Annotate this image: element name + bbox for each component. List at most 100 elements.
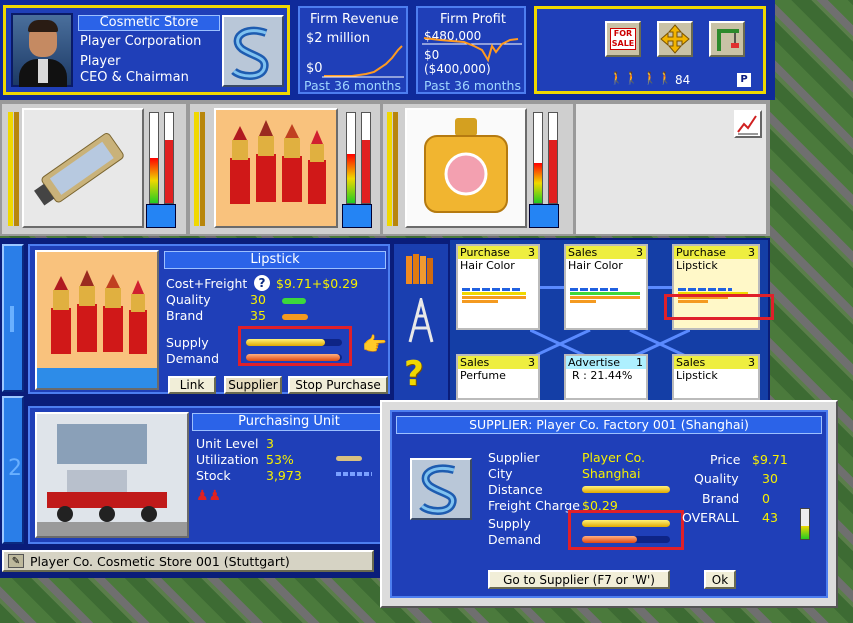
store-title: Cosmetic Store [78,15,220,31]
grid-card-bar-orange [462,296,526,299]
cream-tube-image[interactable] [22,108,144,228]
help-icon[interactable]: ? [404,354,424,394]
tab-2[interactable]: 2 [2,396,24,544]
books-icon[interactable] [402,250,440,288]
dialog-supplier-value: Player Co. [582,450,646,465]
brand-value: 35 [250,308,266,323]
ceo-panel[interactable]: Cosmetic Store Player Corporation Player… [3,5,290,95]
slot3-blue-square[interactable] [529,204,559,228]
grid-card-level: 3 [748,356,755,369]
utilization-value: 53% [266,452,294,467]
overall-gauge [800,508,810,540]
slot2-bar-left [194,112,199,226]
staff-count: 84 [675,73,691,87]
header-actions-panel: FOR SALE 🚶🚶 🚶🚶 84 P [534,6,766,94]
trend-chart-icon [737,115,758,135]
grid-card-line: Lipstick [676,369,718,382]
quality-bar [282,298,306,304]
go-to-supplier-button[interactable]: Go to Supplier (F7 or 'W') [488,570,670,589]
quality-label: Quality [166,292,211,307]
supply-bar [246,339,325,346]
slot3-gauge2 [548,112,558,204]
product-detail-panel: Lipstick Cost+Freight ? $9.71+$0.29 Qual… [28,244,390,394]
stock-label: Stock [196,468,231,483]
move-arrows-button[interactable] [657,21,693,57]
cost-value: $9.71+$0.29 [276,276,359,291]
workers-icon: ♟♟ [196,488,222,504]
grid-card-bar-orange2 [570,300,596,303]
slot2-gauge [346,112,356,204]
supplier-dialog: SUPPLIER: Player Co. Factory 001 (Shangh… [380,400,838,608]
grid-card-title: Advertise [568,356,620,369]
link-button[interactable]: Link [168,376,216,394]
profit-title: Firm Profit [440,12,506,27]
dialog-quality-value: 30 [762,471,778,486]
supply-track [246,339,342,346]
slot2-bar-left2 [200,112,205,226]
pencil-edit-icon[interactable]: ✎ [8,554,24,568]
grid-card-line: Perfume [460,369,506,382]
ok-button[interactable]: Ok [704,570,736,589]
slot3-gauge [533,112,543,204]
grid-card-purchase-hair-color[interactable]: Purchase 3 Hair Color [456,244,540,330]
grid-card-advertise[interactable]: Advertise 1 R : 21.44% [564,354,648,400]
product-slot-3[interactable] [383,104,573,234]
utilization-bar [336,456,362,461]
stock-value: 3,973 [266,468,302,483]
demand-label: Demand [166,351,220,366]
slot3-bar-left2 [393,112,398,226]
firm-profit-panel[interactable]: Firm Profit $480,000 $0 ($400,000) Past … [416,6,526,94]
slot2-blue-square[interactable] [342,204,372,228]
training-ladder-icon[interactable] [402,294,440,344]
build-crane-button[interactable] [709,21,745,57]
product-slot-2[interactable] [190,104,380,234]
parking-badge[interactable]: P [737,73,751,87]
crane-icon [717,29,739,51]
perfume-product-image[interactable] [405,108,527,228]
dialog-quality-label: Quality [694,471,739,486]
ceo-portrait-avatar[interactable] [11,13,73,87]
grid-card-bar-blue [570,288,620,291]
product-slot-1[interactable] [2,104,186,234]
help-question-icon[interactable]: ? [254,275,270,291]
dialog-demand-label: Demand [488,532,542,547]
dialog-city-label: City [488,466,513,481]
profit-sparkline [422,37,522,63]
tab-1[interactable] [2,244,24,392]
dialog-supply-demand-highlight [568,510,684,550]
for-sale-line1: FOR [613,29,633,38]
grid-card-sales-perfume[interactable]: Sales 3 Perfume [456,354,540,400]
corp-name: Player Corporation [80,34,202,49]
supplier-logo-icon[interactable] [410,458,472,520]
lipstick-product-image[interactable] [214,108,338,228]
brand-label: Brand [166,308,204,323]
product-slot-4-empty[interactable] [576,104,766,234]
grid-card-line: Hair Color [460,259,515,272]
distance-bar [582,486,670,493]
brand-bar [282,314,308,320]
supply-label: Supply [166,335,209,350]
stop-purchase-button[interactable]: Stop Purchase [288,376,388,394]
dialog-body: SUPPLIER: Player Co. Factory 001 (Shangh… [390,410,828,598]
corporate-logo-icon[interactable] [222,15,284,87]
lipstick-card-highlight [664,294,774,320]
grid-card-sales-hair-color[interactable]: Sales 3 Hair Color [564,244,648,330]
stock-bar [336,472,372,476]
selected-product-image [35,250,159,390]
tab-2-glyph: 2 [8,456,22,481]
grid-card-sales-lipstick[interactable]: Sales 3 Lipstick [672,354,760,400]
unit-level-value: 3 [266,436,274,451]
revenue-period: Past 36 months [304,78,401,93]
player-name: Player [80,54,121,69]
slot1-bar-left [8,112,13,226]
dialog-freight-label: Freight Charge [488,498,580,513]
trend-chart-button[interactable] [734,110,762,138]
firm-revenue-panel[interactable]: Firm Revenue $2 million $0 Past 36 month… [298,6,408,94]
revenue-sparkline [322,45,404,78]
dialog-supply-bar [582,520,670,527]
supplier-button[interactable]: Supplier [224,376,282,394]
for-sale-button[interactable]: FOR SALE [605,21,641,57]
dialog-brand-value: 0 [762,491,770,506]
dialog-price-label: Price [710,452,741,467]
slot1-blue-square[interactable] [146,204,176,228]
